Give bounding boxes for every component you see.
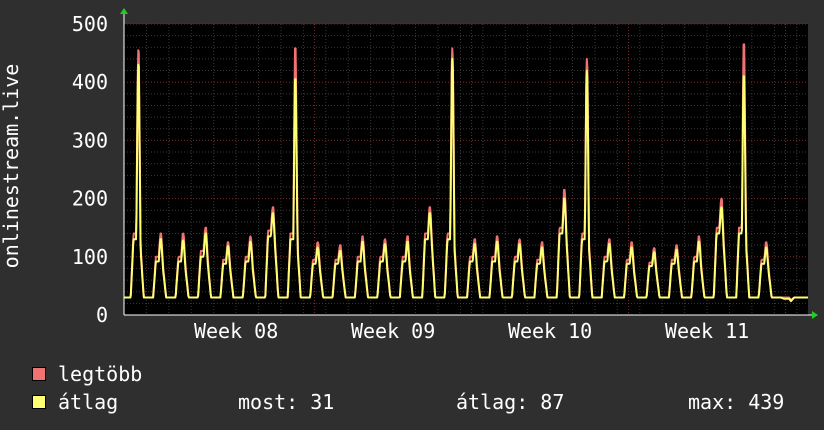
plot-area: [124, 24, 808, 315]
legend-swatch-max: [32, 367, 46, 381]
legend-item-max: legtöbb: [32, 362, 142, 386]
y-axis-label: onlinestream.live: [0, 64, 23, 269]
stat-now: most: 31: [238, 390, 335, 414]
y-tick-label: 100: [72, 245, 108, 269]
x-tick-label: Week 11: [665, 319, 749, 343]
x-axis-arrow-icon: [812, 311, 818, 319]
y-tick-labels: 0 100 200 300 400 500: [72, 12, 108, 327]
traffic-chart: 0100200300400500 Week 08 Week 09 Week 10 We…: [0, 8, 818, 343]
y-tick-label: 200: [72, 187, 108, 211]
x-tick-label: Week 08: [194, 319, 278, 343]
legend-item-avg: átlag: [32, 390, 118, 414]
x-tick-label: Week 10: [508, 319, 592, 343]
y-axis-arrow-icon: [120, 8, 128, 14]
legend-label-max: legtöbb: [58, 362, 143, 386]
legend-label-avg: átlag: [58, 390, 119, 414]
x-tick-label: Week 09: [351, 319, 435, 343]
y-tick-label: 400: [72, 70, 108, 94]
y-tick-label: 500: [72, 12, 108, 36]
stat-avg: átlag: 87: [456, 390, 565, 414]
x-tick-labels: Week 08 Week 09 Week 10 Week 11: [194, 319, 749, 343]
stat-max: max: 439: [688, 390, 785, 414]
y-tick-label: 300: [72, 128, 108, 152]
y-tick-label: 0: [96, 303, 108, 327]
legend-swatch-avg: [32, 395, 46, 409]
